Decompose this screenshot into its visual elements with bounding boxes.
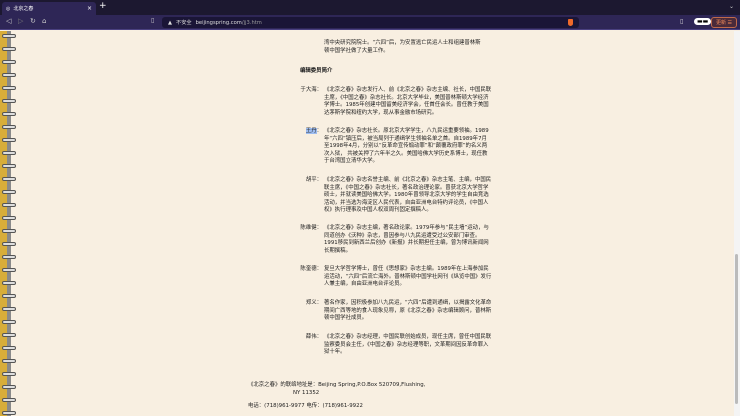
- scrollbar-thumb[interactable]: [735, 254, 738, 404]
- member-name: 薛伟：: [305, 334, 322, 340]
- home-icon[interactable]: ⌂: [42, 17, 46, 25]
- spiral-ring: [2, 268, 16, 272]
- wallet-icon[interactable]: ▬▬: [694, 18, 712, 25]
- member-name-highlighted: 王丹: [305, 128, 317, 134]
- intro-text: 湾中央研究院院士。“六四”后，为安置逃亡民运人士和组建普林斯 顿中国学社做了大量…: [324, 40, 492, 55]
- tab-active[interactable]: ◎ 北京之春 ×: [2, 2, 96, 15]
- reload-icon[interactable]: ↻: [30, 17, 36, 25]
- member-name-sep: ：: [316, 128, 322, 134]
- spiral-ring: [2, 60, 16, 64]
- spiral-ring: [2, 242, 16, 246]
- member-bio: 《北京之春》杂志社长。原北京大学学生，八九民运重要领袖。1989年“六四”镇压后…: [324, 128, 489, 165]
- spiral-ring: [2, 320, 16, 324]
- spiral-ring: [2, 34, 16, 38]
- member-bio: 《北京之春》杂志主编，著名政论家。1979年参与“民主墙”运动，与同道创办《沃种…: [324, 225, 489, 254]
- spiral-ring: [2, 203, 16, 207]
- warning-icon: ▲: [168, 19, 172, 26]
- tab-title: 北京之春: [13, 6, 34, 12]
- url-path: /jj3.htm: [241, 19, 262, 26]
- member-name: 陈奎德：: [300, 266, 322, 272]
- spiral-ring: [2, 151, 16, 155]
- back-icon[interactable]: ◁: [6, 17, 11, 25]
- spiral-ring: [2, 411, 16, 415]
- spiral-ring: [2, 294, 16, 298]
- spiral-ring: [2, 307, 16, 311]
- globe-icon: ◎: [6, 5, 11, 12]
- member-bio: 复旦大学哲学博士，曾任《思想家》杂志主编。1989年在上海参加民运活动，“六四”…: [324, 266, 492, 288]
- member-name: 郑义：: [305, 300, 322, 306]
- spiral-ring: [2, 398, 16, 402]
- member-name: 陈维健：: [300, 225, 322, 231]
- spiral-ring: [2, 86, 16, 90]
- chevron-down-icon[interactable]: ⌄: [729, 3, 734, 10]
- tab-bar: ◎ 北京之春 × + ⌄: [0, 0, 740, 15]
- spiral-ring: [2, 177, 16, 181]
- spiral-ring: [2, 99, 16, 103]
- new-tab-button[interactable]: +: [99, 1, 107, 11]
- address-bar[interactable]: ▲ 不安全 beijingspring.com/jj3.htm 文: [162, 17, 579, 28]
- spiral-ring: [2, 359, 16, 363]
- intro-line: 湾中央研究院院士。“六四”后，为安置逃亡民运人士和组建普林斯: [324, 40, 481, 46]
- tab-close-icon[interactable]: ×: [87, 5, 92, 12]
- footer-phone: 电话：(718)961-9977 电传：(718)961-9922: [248, 403, 363, 409]
- spiral-binding-decoration: [0, 31, 17, 416]
- footer-address: 《北京之春》的联络地址是：Beijing Spring,P.O.Box 5207…: [248, 382, 426, 388]
- update-button[interactable]: 更新 ☰: [711, 17, 737, 28]
- spiral-ring: [2, 138, 16, 142]
- spiral-ring: [2, 385, 16, 389]
- member-name: 于大海：: [300, 87, 322, 93]
- spiral-ring: [2, 229, 16, 233]
- sidebar-icon[interactable]: ▯: [680, 18, 683, 25]
- spiral-ring: [2, 164, 16, 168]
- spiral-ring: [2, 346, 16, 350]
- spiral-ring: [2, 47, 16, 51]
- scrollbar[interactable]: [734, 31, 740, 416]
- url-domain: beijingspring.com: [195, 19, 242, 26]
- spiral-ring: [2, 255, 16, 259]
- member-bio: 《北京之春》杂志发行人、前《北京之春》杂志主编、社长，中国民联主席，《中国之春》…: [324, 87, 492, 116]
- spiral-ring: [2, 281, 16, 285]
- section-title: 编辑委员简介: [300, 68, 333, 74]
- member-bio: 著名作家，因积极参加八九民运，“六四”后遭到通缉，以揭露文化革命期间广西等地的食…: [324, 300, 492, 322]
- brave-shield-icon[interactable]: [568, 19, 573, 26]
- member-bio: 《北京之春》杂志名誉主编、前《北京之春》杂志主笔、主编，中国民联主席，《中国之春…: [324, 177, 492, 214]
- forward-icon[interactable]: ▷: [18, 17, 23, 25]
- spiral-ring: [2, 333, 16, 337]
- spiral-ring: [2, 112, 16, 116]
- toolbar: ◁ ▷ ↻ ⌂ ▯ ▲ 不安全 beijingspring.com/jj3.ht…: [0, 15, 740, 30]
- footer-address-zip: NY 11352: [293, 390, 320, 396]
- member-name: 胡平：: [305, 177, 322, 183]
- security-label: 不安全: [176, 20, 192, 26]
- bookmark-icon[interactable]: ▯: [151, 17, 154, 24]
- spiral-ring: [2, 125, 16, 129]
- member-bio: 《北京之春》杂志经理，中国民联创始成员，现任主席，曾任中国民联监察委员会主任，《…: [324, 334, 492, 356]
- member-name: 王丹：: [282, 128, 322, 136]
- spiral-ring: [2, 190, 16, 194]
- spiral-ring: [2, 73, 16, 77]
- intro-line: 顿中国学社做了大量工作。: [324, 47, 389, 54]
- spiral-ring: [2, 216, 16, 220]
- spiral-ring: [2, 372, 16, 376]
